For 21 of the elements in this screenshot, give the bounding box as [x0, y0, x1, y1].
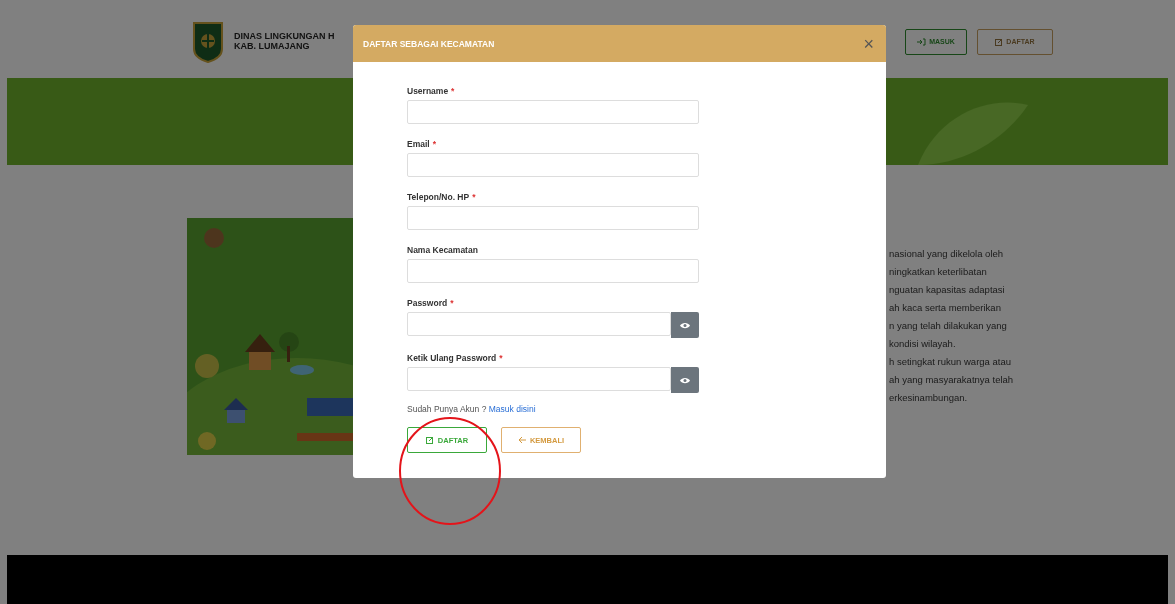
field-label: Ketik Ulang Password *	[407, 353, 504, 363]
background-text-line: nasional yang dikelola oleh	[889, 247, 1005, 261]
background-text-line: ah yang masyarakatnya telah	[889, 373, 1014, 387]
organization-name: DINAS LINGKUNGAN H	[234, 32, 335, 42]
background-text-line: ah kaca serta memberikan	[889, 301, 1002, 315]
background-text-line: n yang telah dilakukan yang	[889, 319, 1008, 333]
organization-region: KAB. LUMAJANG	[234, 41, 311, 51]
field-label: Telepon/No. HP *	[407, 192, 477, 202]
dialog-title: DAFTAR SEBAGAI KECAMATAN	[363, 38, 495, 49]
field-label: Username *	[407, 86, 456, 96]
field-label: Nama Kecamatan	[407, 245, 479, 255]
background-text-line: h setingkat rukun warga atau	[889, 355, 1012, 369]
close-button[interactable]: ×	[859, 34, 878, 53]
background-text-line: erkesinambungan.	[889, 391, 969, 405]
login-link[interactable]: Masuk disini	[488, 404, 536, 414]
background-text-line: kondisi wilayah.	[889, 337, 957, 351]
background-text-line: ningkatkan keterlibatan	[889, 265, 988, 279]
field-label: Email *	[407, 139, 437, 149]
background-text-line: nguatan kapasitas adaptasi	[889, 283, 1006, 297]
field-label: Password *	[407, 298, 455, 308]
login-prompt: Sudah Punya Akun ? Masuk disini	[407, 404, 537, 414]
